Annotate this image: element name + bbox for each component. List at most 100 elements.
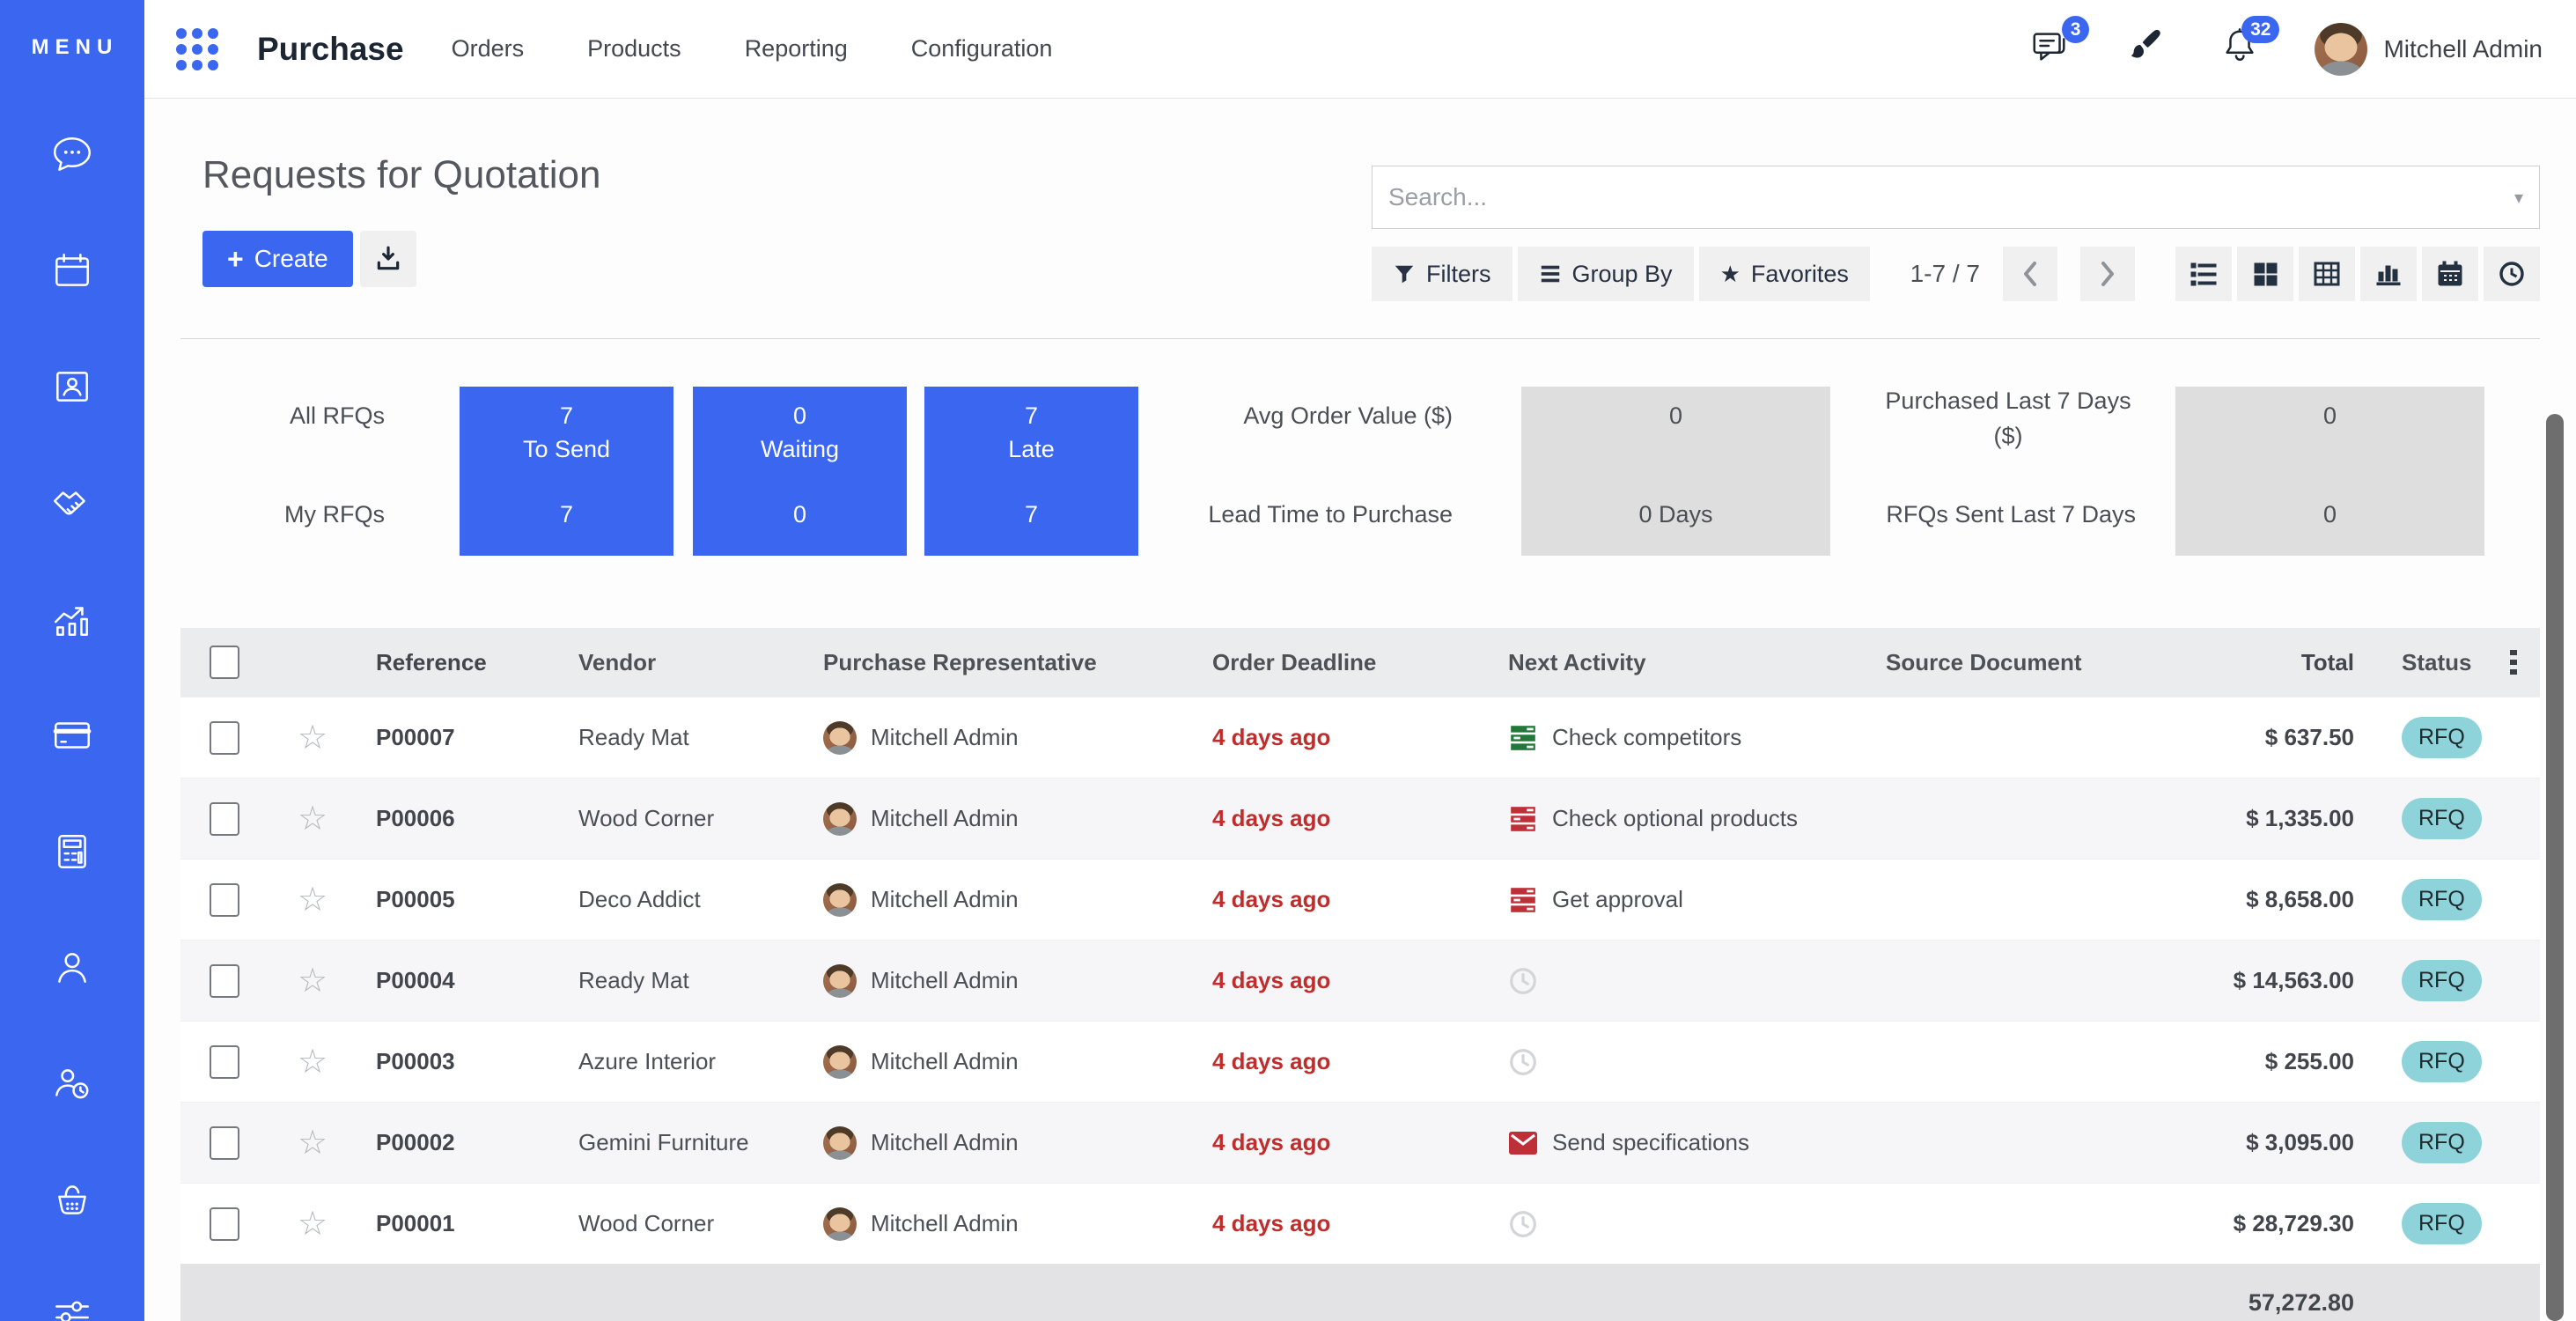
select-all-checkbox[interactable] — [210, 646, 239, 679]
favorite-star-icon[interactable]: ☆ — [298, 1126, 328, 1160]
menu-configuration[interactable]: Configuration — [911, 35, 1053, 63]
sidebar-item-attendance[interactable] — [50, 1062, 94, 1111]
sidebar-item-invoicing[interactable] — [50, 713, 94, 762]
search-input[interactable] — [1388, 183, 2514, 211]
label-rfqs-sent-last-7-days[interactable]: RFQs Sent Last 7 Days — [1872, 501, 2136, 528]
apps-grid-icon[interactable] — [176, 28, 218, 70]
vertical-scrollbar[interactable] — [2546, 414, 2564, 1321]
activity-cell[interactable]: Get approval — [1492, 885, 1871, 915]
favorite-star-icon[interactable]: ☆ — [298, 1045, 328, 1079]
activity-cell[interactable] — [1492, 1209, 1871, 1239]
pivot-view-button[interactable] — [2299, 247, 2355, 301]
notifications-button[interactable]: 32 — [2219, 26, 2260, 71]
pager-range: 1-7 / 7 — [1910, 260, 1980, 288]
menu-orders[interactable]: Orders — [452, 35, 525, 63]
table-row[interactable]: ☆ P00005 Deco Addict Mitchell Admin 4 da… — [180, 859, 2540, 940]
list-view-button[interactable] — [2175, 247, 2232, 301]
table-row[interactable]: ☆ P00003 Azure Interior Mitchell Admin 4… — [180, 1021, 2540, 1102]
menu-reporting[interactable]: Reporting — [745, 35, 848, 63]
calendar-view-button[interactable] — [2422, 247, 2478, 301]
discuss-chat-icon — [50, 132, 94, 176]
activity-cell[interactable] — [1492, 1047, 1871, 1077]
sidebar-item-purchase[interactable] — [50, 1178, 94, 1227]
group-by-button[interactable]: Group By — [1518, 247, 1694, 301]
table-row[interactable]: ☆ P00001 Wood Corner Mitchell Admin 4 da… — [180, 1183, 2540, 1264]
label-purchased-last-7-days[interactable]: Purchased Last 7 Days ($) — [1880, 383, 2136, 454]
header-representative[interactable]: Purchase Representative — [806, 649, 1193, 676]
filter-all-rfqs[interactable]: All RFQs — [162, 402, 385, 430]
label-lead-time[interactable]: Lead Time to Purchase — [1157, 501, 1453, 528]
app-title[interactable]: Purchase — [257, 31, 404, 68]
favorites-button[interactable]: ★Favorites — [1699, 247, 1870, 301]
activity-cell[interactable]: Check optional products — [1492, 804, 1871, 834]
activity-view-button[interactable] — [2484, 247, 2540, 301]
activity-cell[interactable]: Send specifications — [1492, 1128, 1871, 1158]
row-checkbox[interactable] — [210, 1126, 239, 1160]
header-vendor[interactable]: Vendor — [559, 649, 806, 676]
filter-my-rfqs[interactable]: My RFQs — [162, 501, 385, 528]
search-dropdown-caret-icon[interactable]: ▾ — [2514, 187, 2523, 209]
kpi-tile-avg-lead[interactable]: 0 0 Days — [1521, 387, 1830, 556]
group-by-icon — [1539, 262, 1562, 285]
sidebar-item-crm[interactable] — [50, 481, 94, 529]
table-row[interactable]: ☆ P00007 Ready Mat Mitchell Admin 4 days… — [180, 697, 2540, 778]
row-checkbox[interactable] — [210, 883, 239, 917]
activity-cell[interactable] — [1492, 966, 1871, 996]
menu-toggle[interactable]: MENU — [0, 0, 144, 60]
row-checkbox[interactable] — [210, 1207, 239, 1241]
pager: 1-7 / 7 — [1910, 247, 2135, 301]
row-checkbox[interactable] — [210, 721, 239, 755]
header-total[interactable]: Total — [2179, 649, 2373, 676]
rep-avatar — [823, 721, 857, 755]
table-row[interactable]: ☆ P00004 Ready Mat Mitchell Admin 4 days… — [180, 940, 2540, 1021]
sidebar-item-employees[interactable] — [50, 946, 94, 994]
header-source[interactable]: Source Document — [1871, 649, 2179, 676]
sidebar-item-calendar[interactable] — [50, 248, 94, 297]
sidebar-item-sales[interactable] — [50, 597, 94, 646]
kanban-view-button[interactable] — [2237, 247, 2293, 301]
favorite-star-icon[interactable]: ☆ — [298, 964, 328, 998]
row-checkbox[interactable] — [210, 1045, 239, 1079]
favorite-star-icon[interactable]: ☆ — [298, 1207, 328, 1241]
header-activity[interactable]: Next Activity — [1492, 649, 1871, 676]
label-avg-order-value[interactable]: Avg Order Value ($) — [1157, 402, 1453, 430]
user-menu[interactable]: Mitchell Admin — [2315, 23, 2543, 76]
messages-button[interactable]: 3 — [2029, 26, 2070, 71]
export-button[interactable] — [360, 231, 416, 287]
graph-view-button[interactable] — [2360, 247, 2417, 301]
sidebar-item-contacts[interactable] — [50, 365, 94, 413]
header-status[interactable]: Status — [2373, 649, 2487, 676]
chevron-left-icon — [2022, 261, 2038, 287]
kpi-tile-to-send[interactable]: 7 To Send 7 — [460, 387, 673, 556]
row-checkbox[interactable] — [210, 802, 239, 836]
purchase-basket-icon — [50, 1178, 94, 1222]
favorite-star-icon[interactable]: ☆ — [298, 883, 328, 917]
user-name: Mitchell Admin — [2383, 35, 2543, 63]
activity-cell[interactable]: Check competitors — [1492, 723, 1871, 753]
favorite-star-icon[interactable]: ☆ — [298, 802, 328, 836]
chevron-right-icon — [2100, 261, 2116, 287]
pager-next-button[interactable] — [2080, 247, 2135, 301]
favorite-star-icon[interactable]: ☆ — [298, 721, 328, 755]
optional-columns-kebab-icon[interactable] — [2510, 650, 2517, 675]
create-button[interactable]: +Create — [202, 231, 353, 287]
menu-products[interactable]: Products — [587, 35, 681, 63]
kpi-tile-last-7-days[interactable]: 0 0 — [2175, 387, 2484, 556]
header-deadline[interactable]: Order Deadline — [1193, 649, 1492, 676]
theme-brush-button[interactable] — [2124, 26, 2165, 71]
rep-avatar — [823, 1207, 857, 1241]
table-row[interactable]: ☆ P00002 Gemini Furniture Mitchell Admin… — [180, 1102, 2540, 1183]
sidebar-item-settings[interactable] — [50, 1295, 94, 1321]
attendance-user-clock-icon — [50, 1062, 94, 1106]
row-checkbox[interactable] — [210, 964, 239, 998]
kpi-tile-late[interactable]: 7 Late 7 — [924, 387, 1138, 556]
filters-button[interactable]: Filters — [1372, 247, 1512, 301]
header-reference[interactable]: Reference — [357, 649, 559, 676]
kpi-tile-waiting[interactable]: 0 Waiting 0 — [693, 387, 907, 556]
main-content: Requests for Quotation +Create ▾ Filters… — [144, 99, 2576, 1321]
pager-prev-button[interactable] — [2003, 247, 2057, 301]
table-row[interactable]: ☆ P00006 Wood Corner Mitchell Admin 4 da… — [180, 778, 2540, 859]
sidebar-item-accounting[interactable] — [50, 830, 94, 878]
sidebar-item-discuss[interactable] — [50, 132, 94, 181]
kpi-my-waiting: 0 — [693, 501, 907, 528]
